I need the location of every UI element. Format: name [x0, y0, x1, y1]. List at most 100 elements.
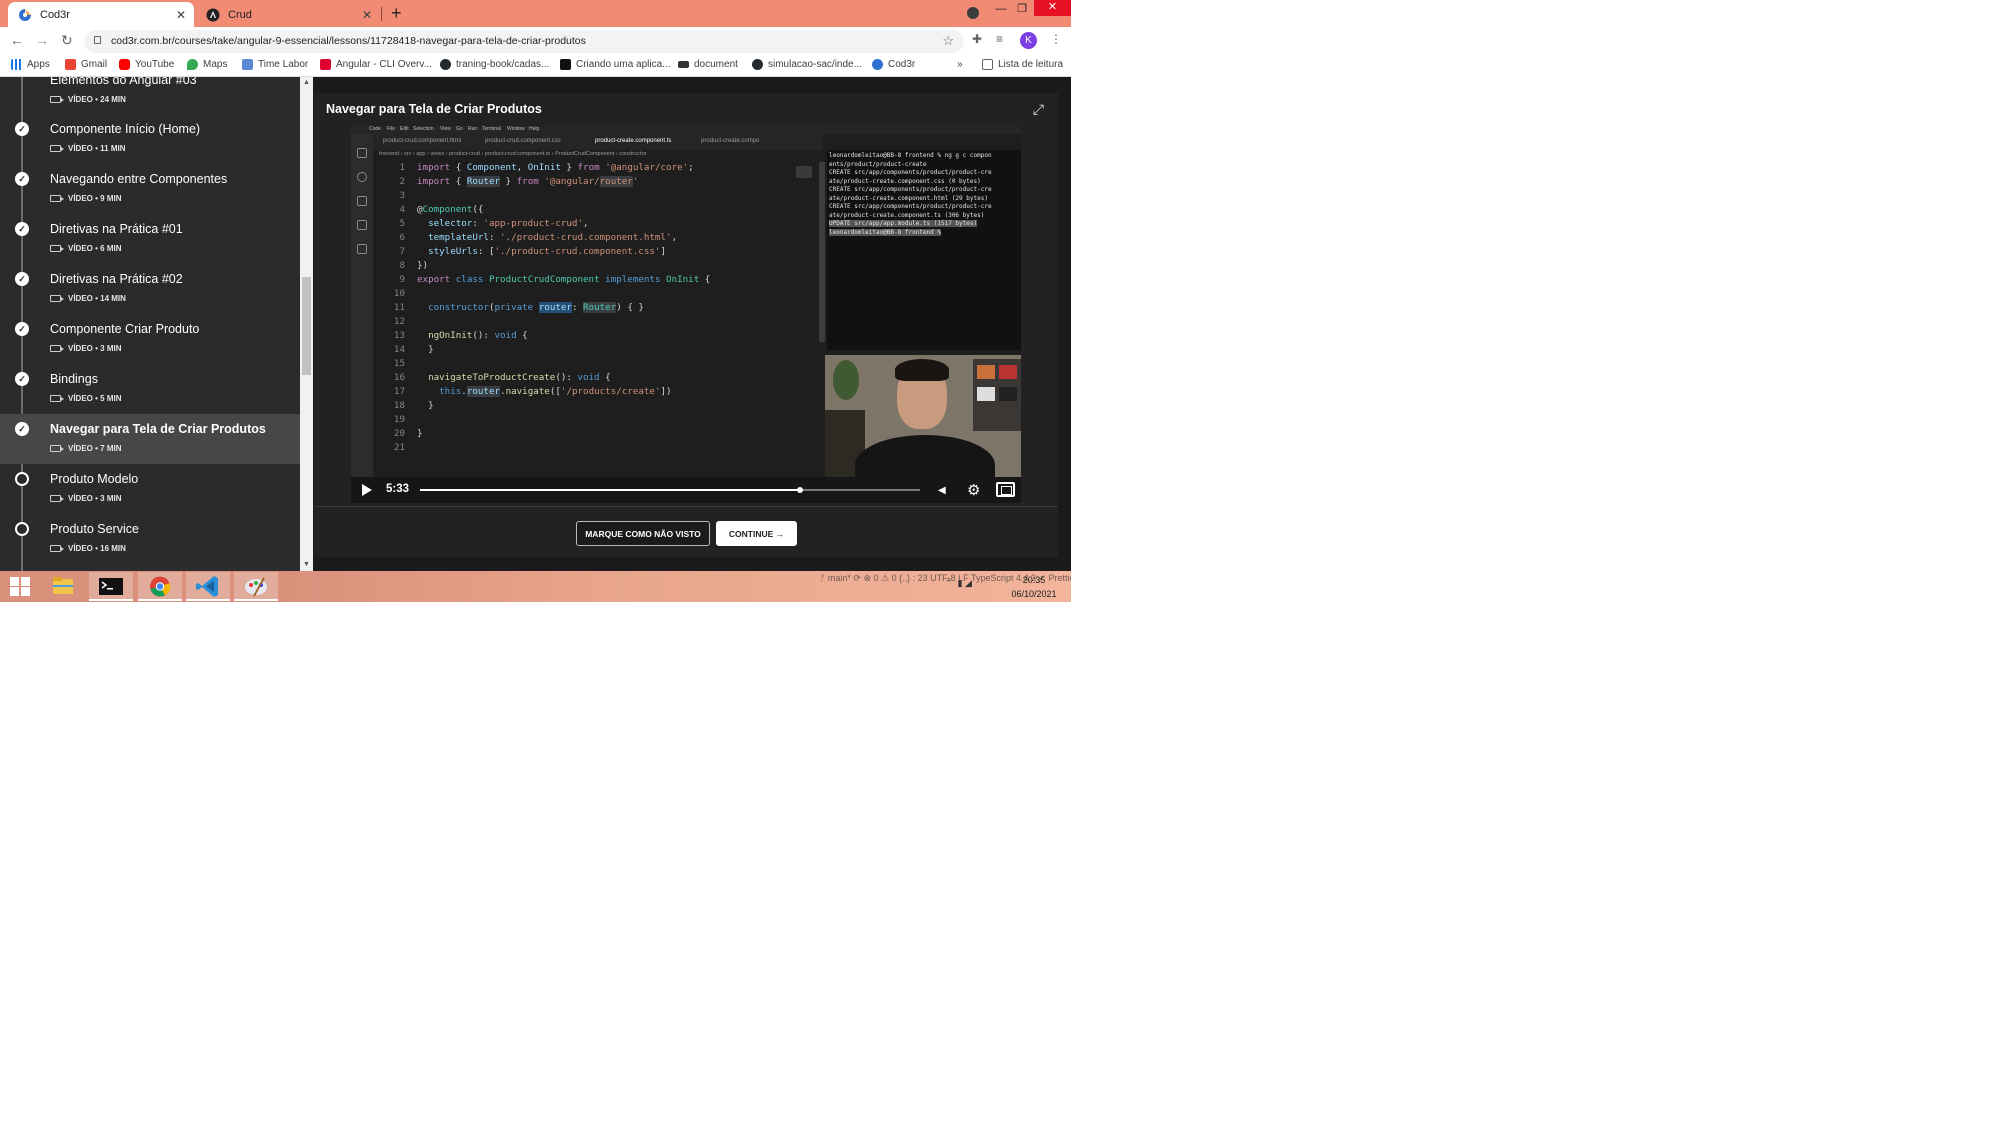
- video-progress-knob[interactable]: [797, 487, 803, 493]
- check-icon: ✓: [15, 172, 29, 186]
- lesson-title: Diretivas na Prática #01: [50, 222, 183, 236]
- webcam-overlay: [825, 355, 1021, 477]
- github-icon: [752, 59, 763, 70]
- menu-kebab-icon[interactable]: ⋮: [1050, 32, 1062, 46]
- scroll-up-icon[interactable]: ▲: [303, 79, 310, 86]
- terminal-line: CREATE src/app/components/product/produc…: [829, 169, 992, 176]
- lesson-title: Componente Criar Produto: [50, 322, 200, 336]
- forward-icon[interactable]: →: [35, 32, 49, 48]
- line-number: 9: [399, 274, 405, 285]
- line-number: 19: [393, 414, 405, 425]
- lesson-item-partial[interactable]: Elementos do Angular #03 VÍDEO • 24 MIN: [0, 77, 300, 115]
- video-player[interactable]: Code File Edit Selection View Go Run Ter…: [351, 126, 1021, 503]
- play-icon[interactable]: [362, 484, 372, 496]
- bookmark-time-labor[interactable]: Time Labor: [242, 59, 308, 70]
- system-tray-icons[interactable]: ⌃ ▮ ◢: [945, 578, 972, 589]
- lesson-item[interactable]: ✓ Diretivas na Prática #01 VÍDEO • 6 MIN: [0, 214, 300, 264]
- lesson-item[interactable]: ✓ Componente Criar Produto VÍDEO • 3 MIN: [0, 314, 300, 364]
- fullscreen-icon[interactable]: [996, 482, 1015, 497]
- scrollbar-thumb[interactable]: [302, 277, 311, 375]
- mark-unwatched-button[interactable]: MARQUE COMO NÃO VISTO: [576, 521, 710, 546]
- bookmark-traning-book[interactable]: traning-book/cadas...: [440, 59, 549, 70]
- continue-button[interactable]: CONTINUE →: [716, 521, 797, 546]
- clock-time[interactable]: 20:35: [1012, 575, 1056, 585]
- bookmark-label: Time Labor: [258, 59, 309, 70]
- bookmark-criando[interactable]: Criando uma aplica...: [560, 59, 671, 70]
- lesson-meta: VÍDEO • 24 MIN: [50, 95, 126, 104]
- bookmark-maps[interactable]: Maps: [187, 59, 227, 70]
- bookmarks-bar: Apps Gmail YouTube Maps Time Labor Angul…: [0, 55, 1071, 77]
- bookmark-document[interactable]: document: [678, 59, 738, 70]
- clock-date[interactable]: 06/10/2021: [1007, 589, 1061, 599]
- address-bar[interactable]: cod3r.com.br/courses/take/angular-9-esse…: [84, 30, 964, 53]
- reading-list[interactable]: Lista de leitura: [982, 59, 1063, 70]
- bookmark-angular-cli[interactable]: Angular - CLI Overv...: [320, 59, 432, 70]
- video-progress-bar[interactable]: [420, 487, 920, 493]
- scroll-down-icon[interactable]: ▼: [303, 561, 310, 568]
- editor-activity-bar: [351, 134, 373, 477]
- profile-avatar[interactable]: K: [1020, 32, 1037, 49]
- restore-icon[interactable]: ❐: [1007, 2, 1037, 16]
- tab-cod3r[interactable]: Cod3r ✕: [8, 2, 194, 27]
- lesson-item[interactable]: ✓ Componente Início (Home) VÍDEO • 11 MI…: [0, 114, 300, 164]
- line-number: 3: [399, 190, 405, 201]
- tab-crud[interactable]: Crud ✕: [196, 2, 380, 27]
- video-camera-icon: [50, 495, 64, 502]
- incomplete-circle-icon: [15, 522, 29, 536]
- terminal-line: ents/product/product-create: [829, 160, 927, 168]
- paint-icon[interactable]: [234, 572, 278, 601]
- lesson-meta: VÍDEO • 16 MIN: [50, 544, 126, 553]
- files-icon: [357, 148, 367, 158]
- lesson-title: Navegar para Tela de Criar Produtos: [50, 422, 266, 436]
- lesson-item[interactable]: ✓ Navegando entre Componentes VÍDEO • 9 …: [0, 164, 300, 214]
- bookmarks-overflow[interactable]: »: [957, 59, 963, 70]
- bookmark-label: Criando uma aplica...: [576, 59, 671, 70]
- new-tab-icon[interactable]: +: [391, 3, 402, 24]
- cod3r-favicon-icon: [18, 8, 32, 22]
- window-close-icon[interactable]: ✕: [1034, 0, 1071, 16]
- bookmark-star-icon[interactable]: ☆: [942, 33, 954, 49]
- reload-icon[interactable]: ↻: [61, 32, 73, 49]
- expand-icon[interactable]: ⤢: [1033, 101, 1044, 118]
- lesson-meta: VÍDEO • 3 MIN: [50, 344, 121, 353]
- lesson-meta-text: VÍDEO • 24 MIN: [68, 95, 126, 104]
- line-number: 7: [399, 246, 405, 257]
- windows-start-icon[interactable]: [10, 577, 30, 596]
- lesson-item-current[interactable]: ✓ Navegar para Tela de Criar Produtos VÍ…: [0, 414, 300, 464]
- lesson-item[interactable]: ✓ Bindings VÍDEO • 5 MIN: [0, 364, 300, 414]
- code-line: import { Router } from '@angular/router': [417, 176, 639, 187]
- bookmark-simulacao[interactable]: simulacao-sac/inde...: [752, 59, 862, 70]
- check-icon: ✓: [15, 272, 29, 286]
- bookmark-cod3r[interactable]: Cod3r: [872, 59, 915, 70]
- extensions-icon[interactable]: ✚: [972, 32, 982, 46]
- menubar-item: Window: [507, 126, 525, 132]
- volume-icon[interactable]: ◀: [938, 485, 946, 496]
- chrome-icon[interactable]: [138, 572, 182, 601]
- bookmark-gmail[interactable]: Gmail: [65, 59, 107, 70]
- terminal-line: ate/product-create.component.css (0 byte…: [829, 177, 981, 185]
- close-tab-icon[interactable]: ✕: [362, 8, 372, 22]
- lesson-item[interactable]: Produto Service VÍDEO • 16 MIN: [0, 514, 300, 564]
- file-explorer-icon[interactable]: [41, 572, 85, 601]
- video-time: 5:33: [386, 483, 410, 495]
- editor-minimap: [796, 166, 812, 178]
- close-tab-icon[interactable]: ✕: [176, 8, 186, 22]
- tab-search-icon[interactable]: [967, 7, 979, 19]
- bookmark-apps[interactable]: Apps: [11, 59, 50, 70]
- settings-gear-icon[interactable]: ⚙: [967, 481, 980, 499]
- medium-icon: [560, 59, 571, 70]
- lesson-item[interactable]: Produto Modelo VÍDEO • 3 MIN: [0, 464, 300, 514]
- back-icon[interactable]: ←: [10, 32, 24, 48]
- media-queue-icon[interactable]: ≡: [996, 32, 1003, 46]
- terminal-panel: leonardomleitao@BB-8 frontend % ng g c c…: [827, 150, 1021, 350]
- bookmark-youtube[interactable]: YouTube: [119, 59, 174, 70]
- sidebar-scrollbar[interactable]: ▲ ▼: [300, 77, 313, 571]
- vscode-icon[interactable]: [186, 572, 230, 601]
- maps-pin-icon: [187, 59, 198, 70]
- video-progress-fill: [420, 489, 800, 491]
- terminal-app-icon[interactable]: [89, 572, 133, 601]
- youtube-icon: [119, 59, 130, 70]
- editor-scrollbar: [819, 162, 825, 342]
- video-camera-icon: [50, 145, 64, 152]
- lesson-item[interactable]: ✓ Diretivas na Prática #02 VÍDEO • 14 MI…: [0, 264, 300, 314]
